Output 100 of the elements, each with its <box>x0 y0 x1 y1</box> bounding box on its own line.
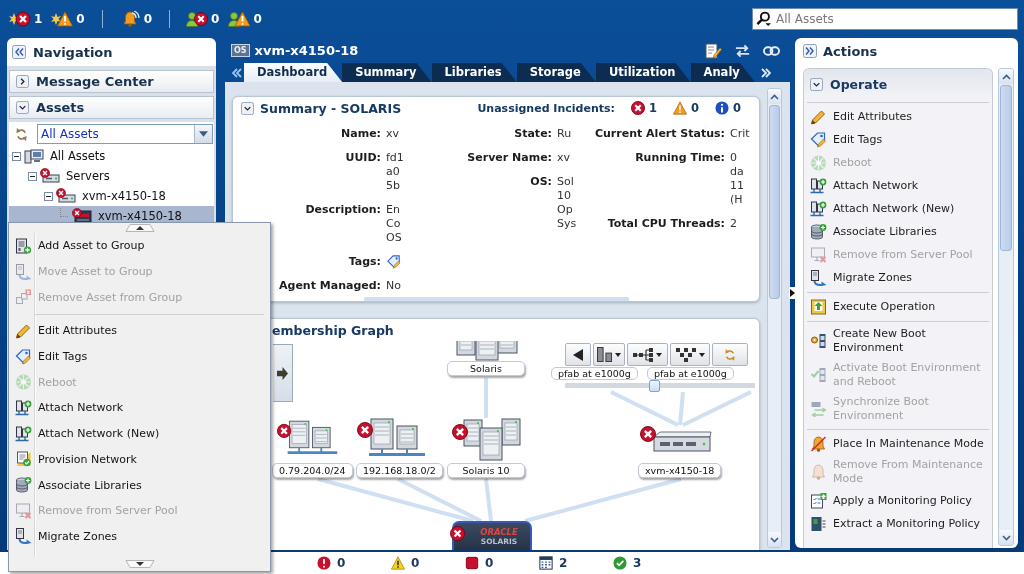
menu-item[interactable]: Attach Network <box>9 395 270 421</box>
menu-item[interactable]: Add Asset to Group <box>9 233 270 259</box>
double-chevron-left-icon[interactable] <box>232 67 242 78</box>
tab[interactable]: Analy <box>690 63 755 82</box>
section-header[interactable]: Message Center <box>9 70 214 93</box>
tree-item[interactable]: xvm-x4150-18 <box>9 186 214 206</box>
chevron-up-icon <box>770 93 779 100</box>
action-item[interactable]: Edit Tags <box>804 128 992 151</box>
menu-item[interactable]: Migrate Zones <box>9 523 270 550</box>
tab[interactable]: Summary <box>342 63 432 82</box>
incident-count[interactable]: 0 <box>690 101 699 115</box>
server-arrow-icon <box>15 263 32 280</box>
action-item[interactable]: Place In Maintenance Mode <box>804 432 992 455</box>
layout-menu-button[interactable] <box>593 343 625 366</box>
scrollbar-thumb[interactable] <box>1000 85 1012 251</box>
status-count[interactable]: 0 <box>485 556 494 570</box>
tree-item[interactable]: Servers <box>9 166 214 186</box>
incident-count-button[interactable]: 0 <box>51 10 85 28</box>
swap-arrows-icon[interactable] <box>734 42 751 59</box>
tab[interactable]: Dashboard <box>244 63 343 82</box>
tab[interactable]: Storage <box>516 63 596 82</box>
action-item[interactable]: Apply a Monitoring Policy <box>804 489 992 512</box>
node-label: 192.168.18.0/2 <box>356 463 443 478</box>
tab[interactable]: Utilization <box>595 63 691 82</box>
field-label: Name: <box>340 127 381 141</box>
node-label: Solaris 10 <box>447 463 525 478</box>
resize-handle[interactable] <box>363 297 629 301</box>
menu-item[interactable]: Attach Network (New) <box>9 420 270 447</box>
card-title: embership Graph <box>271 321 395 340</box>
warning-icon <box>391 556 405 570</box>
asset-filter-dropdown[interactable]: All Assets <box>37 124 213 144</box>
field-label: Description: <box>304 203 381 218</box>
scroll-up-button[interactable] <box>768 89 781 104</box>
tab[interactable]: Libraries <box>431 63 517 82</box>
action-item[interactable]: Attach Network <box>804 174 992 197</box>
incident-count-button[interactable]: 0 <box>186 10 220 28</box>
node-label: Solaris <box>447 361 525 376</box>
server-arrow-icon <box>810 269 827 286</box>
hierarchy-layout-button[interactable] <box>670 343 710 366</box>
scrollbar[interactable] <box>998 68 1014 546</box>
menu-item[interactable]: Edit Tags <box>9 343 270 370</box>
double-chevron-right-icon[interactable] <box>803 44 817 58</box>
scrollbar[interactable] <box>767 88 782 548</box>
server-plus-icon <box>15 237 32 254</box>
incident-count-button[interactable]: 0 <box>118 10 153 28</box>
field-value: 0 da 11 (H <box>730 151 744 207</box>
edit-document-icon[interactable] <box>705 42 722 59</box>
chevron-up-icon <box>1001 73 1011 80</box>
panel-toggle-button[interactable] <box>789 287 795 299</box>
status-count[interactable]: 3 <box>633 556 642 570</box>
menu-item[interactable]: Edit Attributes <box>9 318 270 344</box>
incident-count-button[interactable]: 0 <box>228 10 262 28</box>
minus-box-icon[interactable] <box>44 191 53 201</box>
minus-box-icon[interactable] <box>12 151 21 161</box>
action-item[interactable]: Associate Libraries <box>804 220 992 243</box>
chevron-down-icon[interactable] <box>241 101 254 115</box>
error-burst-icon <box>9 11 31 27</box>
section-header[interactable]: Assets <box>9 96 214 119</box>
field-label: Server Name: <box>466 151 552 165</box>
action-item[interactable]: Extract a Monitoring Policy <box>804 512 992 535</box>
scrollbar-thumb[interactable] <box>769 105 780 299</box>
tree-layout-button[interactable] <box>627 343 668 366</box>
action-item[interactable]: Create New Boot Environment <box>804 324 992 358</box>
scroll-up-button[interactable] <box>999 69 1013 84</box>
action-item[interactable]: Execute Operation <box>804 295 992 318</box>
status-count[interactable]: 2 <box>559 556 568 570</box>
asset-title: xvm-x4150-18 <box>254 43 359 58</box>
action-item[interactable]: Migrate Zones <box>804 266 992 289</box>
incident-count-button[interactable]: 1 <box>9 10 43 28</box>
scroll-down-button[interactable] <box>768 532 781 547</box>
field-value: fd1 a0 5b <box>386 151 404 193</box>
menu-item[interactable]: Associate Libraries <box>9 472 270 498</box>
overview-panel[interactable] <box>273 344 293 402</box>
previous-button[interactable] <box>565 343 591 366</box>
double-chevron-left-icon[interactable] <box>12 45 26 59</box>
menu-item[interactable]: Provision Network <box>9 446 270 473</box>
panel-title: Navigation <box>33 44 113 60</box>
search-field[interactable]: All Assets <box>752 8 1018 30</box>
swap-arrows-icon <box>810 401 827 417</box>
action-item[interactable]: Edit Attributes <box>804 105 992 128</box>
field-label: Running Time: <box>634 151 725 166</box>
tag-icon[interactable] <box>386 255 402 269</box>
refresh-icon[interactable] <box>16 127 27 141</box>
action-item[interactable]: Attach Network (New) <box>804 197 992 220</box>
minus-box-icon[interactable] <box>28 171 37 181</box>
error-icon <box>630 101 645 115</box>
refresh-icon <box>725 348 735 361</box>
tree-item[interactable]: All Assets <box>9 146 214 166</box>
status-count[interactable]: 0 <box>337 556 346 570</box>
incident-count[interactable]: 0 <box>733 101 741 115</box>
caret-down-icon <box>656 352 662 357</box>
servers-plus-icon <box>15 425 32 442</box>
incident-count[interactable]: 1 <box>648 101 657 115</box>
slider-thumb[interactable] <box>649 380 661 392</box>
link-icon[interactable] <box>763 44 780 57</box>
scroll-down-button[interactable] <box>999 530 1013 545</box>
edge-line <box>484 378 488 418</box>
field-value: Sol 10 Op Sys <box>557 175 577 231</box>
status-count[interactable]: 0 <box>411 556 420 570</box>
stop-icon <box>465 556 479 570</box>
